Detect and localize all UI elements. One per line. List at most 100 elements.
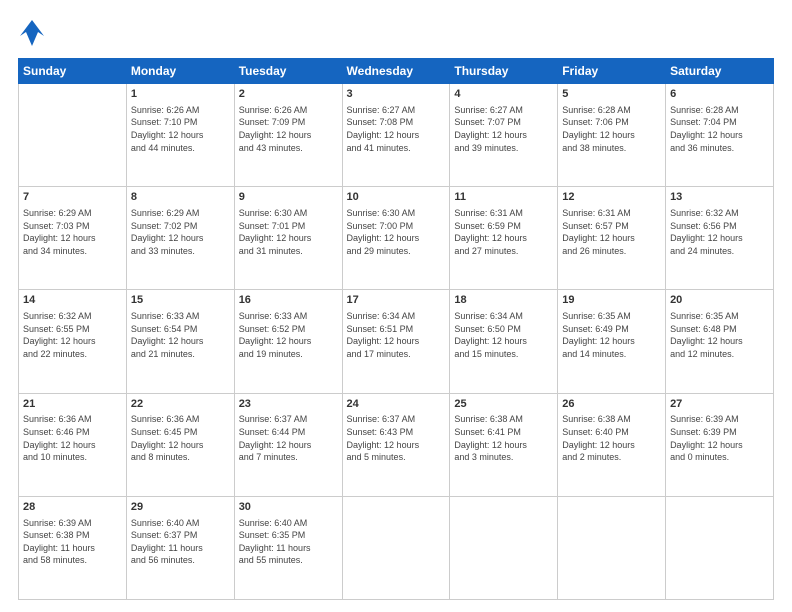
day-number: 13 — [670, 190, 769, 205]
day-info: Sunrise: 6:37 AM Sunset: 6:44 PM Dayligh… — [239, 413, 338, 463]
calendar-cell — [342, 496, 450, 599]
calendar-table: SundayMondayTuesdayWednesdayThursdayFrid… — [18, 58, 774, 600]
calendar-cell: 4 Sunrise: 6:27 AM Sunset: 7:07 PM Daylig… — [450, 84, 558, 187]
calendar-cell: 8Sunrise: 6:29 AM Sunset: 7:02 PM Daylig… — [126, 187, 234, 290]
day-number: 5 — [562, 87, 661, 102]
calendar-cell: 29 Sunrise: 6:40 AM Sunset: 6:37 PM Dayli… — [126, 496, 234, 599]
calendar-cell: 28 Sunrise: 6:39 AM Sunset: 6:38 PM Dayli… — [19, 496, 127, 599]
day-number: 15 — [131, 293, 230, 308]
day-info: Sunrise: 6:32 AM Sunset: 6:55 PM Dayligh… — [23, 310, 122, 360]
weekday-header-tuesday: Tuesday — [234, 59, 342, 84]
week-row-1: 7 Sunrise: 6:29 AM Sunset: 7:03 PM Daylig… — [19, 187, 774, 290]
calendar-cell: 10 Sunrise: 6:30 AM Sunset: 7:00 PM Dayli… — [342, 187, 450, 290]
day-info: Sunrise: 6:34 AM Sunset: 6:50 PM Dayligh… — [454, 310, 553, 360]
day-number: 22 — [131, 397, 230, 412]
calendar-cell: 23Sunrise: 6:37 AM Sunset: 6:44 PM Dayli… — [234, 393, 342, 496]
calendar-cell: 21Sunrise: 6:36 AM Sunset: 6:46 PM Dayli… — [19, 393, 127, 496]
day-info: Sunrise: 6:28 AM Sunset: 7:06 PM Dayligh… — [562, 104, 661, 154]
day-info: Sunrise: 6:39 AM Sunset: 6:38 PM Dayligh… — [23, 517, 122, 567]
calendar-cell: 6 Sunrise: 6:28 AM Sunset: 7:04 PM Daylig… — [666, 84, 774, 187]
day-number: 11 — [454, 190, 553, 205]
day-number: 14 — [23, 293, 122, 308]
calendar-cell: 14 Sunrise: 6:32 AM Sunset: 6:55 PM Dayli… — [19, 290, 127, 393]
calendar-cell: 19 Sunrise: 6:35 AM Sunset: 6:49 PM Dayli… — [558, 290, 666, 393]
day-number: 21 — [23, 397, 122, 412]
day-info: Sunrise: 6:30 AM Sunset: 7:01 PM Dayligh… — [239, 207, 338, 257]
day-number: 30 — [239, 500, 338, 515]
day-info: Sunrise: 6:28 AM Sunset: 7:04 PM Dayligh… — [670, 104, 769, 154]
day-info: Sunrise: 6:31 AM Sunset: 6:57 PM Dayligh… — [562, 207, 661, 257]
week-row-3: 21Sunrise: 6:36 AM Sunset: 6:46 PM Dayli… — [19, 393, 774, 496]
calendar-cell: 26Sunrise: 6:38 AM Sunset: 6:40 PM Dayli… — [558, 393, 666, 496]
calendar-cell — [450, 496, 558, 599]
day-info: Sunrise: 6:38 AM Sunset: 6:41 PM Dayligh… — [454, 413, 553, 463]
weekday-header-monday: Monday — [126, 59, 234, 84]
day-number: 3 — [347, 87, 446, 102]
day-number: 9 — [239, 190, 338, 205]
day-number: 24 — [347, 397, 446, 412]
day-number: 27 — [670, 397, 769, 412]
calendar-cell: 24Sunrise: 6:37 AM Sunset: 6:43 PM Dayli… — [342, 393, 450, 496]
calendar-cell: 9 Sunrise: 6:30 AM Sunset: 7:01 PM Daylig… — [234, 187, 342, 290]
calendar-cell: 12 Sunrise: 6:31 AM Sunset: 6:57 PM Dayli… — [558, 187, 666, 290]
day-number: 26 — [562, 397, 661, 412]
day-info: Sunrise: 6:35 AM Sunset: 6:49 PM Dayligh… — [562, 310, 661, 360]
weekday-header-friday: Friday — [558, 59, 666, 84]
day-info: Sunrise: 6:30 AM Sunset: 7:00 PM Dayligh… — [347, 207, 446, 257]
calendar-cell: 16 Sunrise: 6:33 AM Sunset: 6:52 PM Dayli… — [234, 290, 342, 393]
day-number: 18 — [454, 293, 553, 308]
day-info: Sunrise: 6:32 AM Sunset: 6:56 PM Dayligh… — [670, 207, 769, 257]
day-info: Sunrise: 6:27 AM Sunset: 7:08 PM Dayligh… — [347, 104, 446, 154]
day-number: 23 — [239, 397, 338, 412]
calendar-cell: 17Sunrise: 6:34 AM Sunset: 6:51 PM Dayli… — [342, 290, 450, 393]
day-number: 12 — [562, 190, 661, 205]
day-info: Sunrise: 6:37 AM Sunset: 6:43 PM Dayligh… — [347, 413, 446, 463]
day-number: 28 — [23, 500, 122, 515]
calendar-cell — [558, 496, 666, 599]
day-info: Sunrise: 6:27 AM Sunset: 7:07 PM Dayligh… — [454, 104, 553, 154]
day-number: 2 — [239, 87, 338, 102]
day-number: 19 — [562, 293, 661, 308]
calendar-cell: 27Sunrise: 6:39 AM Sunset: 6:39 PM Dayli… — [666, 393, 774, 496]
day-info: Sunrise: 6:40 AM Sunset: 6:35 PM Dayligh… — [239, 517, 338, 567]
calendar-cell: 20 Sunrise: 6:35 AM Sunset: 6:48 PM Dayli… — [666, 290, 774, 393]
calendar-cell: 25Sunrise: 6:38 AM Sunset: 6:41 PM Dayli… — [450, 393, 558, 496]
day-number: 20 — [670, 293, 769, 308]
week-row-0: 1Sunrise: 6:26 AM Sunset: 7:10 PM Daylig… — [19, 84, 774, 187]
calendar-cell: 11Sunrise: 6:31 AM Sunset: 6:59 PM Dayli… — [450, 187, 558, 290]
calendar-cell: 7 Sunrise: 6:29 AM Sunset: 7:03 PM Daylig… — [19, 187, 127, 290]
page: SundayMondayTuesdayWednesdayThursdayFrid… — [0, 0, 792, 612]
day-info: Sunrise: 6:40 AM Sunset: 6:37 PM Dayligh… — [131, 517, 230, 567]
day-info: Sunrise: 6:26 AM Sunset: 7:10 PM Dayligh… — [131, 104, 230, 154]
day-info: Sunrise: 6:29 AM Sunset: 7:03 PM Dayligh… — [23, 207, 122, 257]
day-number: 6 — [670, 87, 769, 102]
day-number: 4 — [454, 87, 553, 102]
calendar-cell: 30 Sunrise: 6:40 AM Sunset: 6:35 PM Dayli… — [234, 496, 342, 599]
weekday-header-wednesday: Wednesday — [342, 59, 450, 84]
calendar-cell: 3 Sunrise: 6:27 AM Sunset: 7:08 PM Daylig… — [342, 84, 450, 187]
calendar-cell: 5 Sunrise: 6:28 AM Sunset: 7:06 PM Daylig… — [558, 84, 666, 187]
calendar-cell: 22Sunrise: 6:36 AM Sunset: 6:45 PM Dayli… — [126, 393, 234, 496]
day-number: 16 — [239, 293, 338, 308]
day-number: 8 — [131, 190, 230, 205]
calendar-cell: 15 Sunrise: 6:33 AM Sunset: 6:54 PM Dayli… — [126, 290, 234, 393]
day-info: Sunrise: 6:39 AM Sunset: 6:39 PM Dayligh… — [670, 413, 769, 463]
day-number: 29 — [131, 500, 230, 515]
day-info: Sunrise: 6:33 AM Sunset: 6:52 PM Dayligh… — [239, 310, 338, 360]
weekday-header-thursday: Thursday — [450, 59, 558, 84]
day-number: 7 — [23, 190, 122, 205]
logo-bird-icon — [20, 18, 44, 48]
calendar-cell — [19, 84, 127, 187]
day-number: 25 — [454, 397, 553, 412]
header — [18, 18, 774, 48]
logo — [18, 18, 44, 48]
day-info: Sunrise: 6:35 AM Sunset: 6:48 PM Dayligh… — [670, 310, 769, 360]
day-info: Sunrise: 6:26 AM Sunset: 7:09 PM Dayligh… — [239, 104, 338, 154]
calendar-cell — [666, 496, 774, 599]
calendar-cell: 2 Sunrise: 6:26 AM Sunset: 7:09 PM Daylig… — [234, 84, 342, 187]
day-info: Sunrise: 6:36 AM Sunset: 6:46 PM Dayligh… — [23, 413, 122, 463]
day-number: 17 — [347, 293, 446, 308]
day-info: Sunrise: 6:38 AM Sunset: 6:40 PM Dayligh… — [562, 413, 661, 463]
day-number: 10 — [347, 190, 446, 205]
day-info: Sunrise: 6:33 AM Sunset: 6:54 PM Dayligh… — [131, 310, 230, 360]
